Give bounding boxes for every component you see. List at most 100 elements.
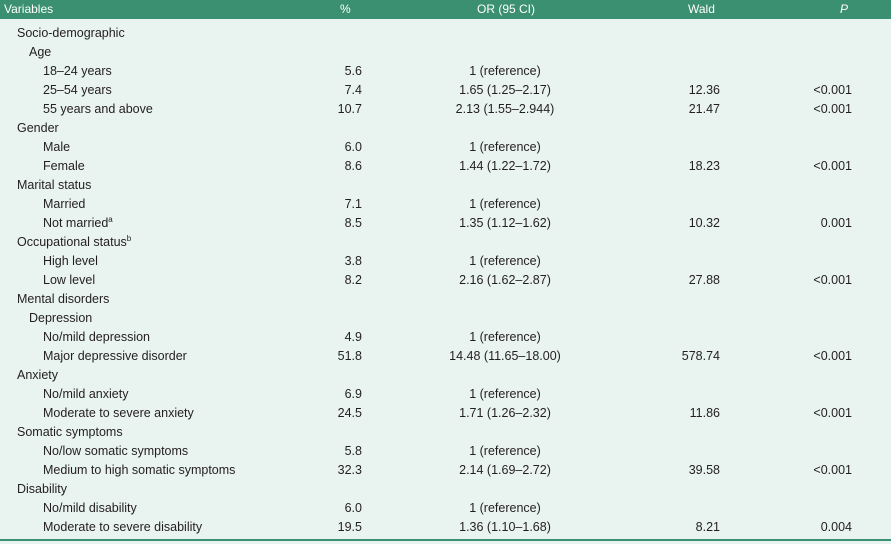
table-row: Socio-demographic	[0, 24, 891, 43]
p-value-cell: <0.001	[813, 102, 852, 116]
table-row: Anxiety	[0, 366, 891, 385]
table-row: Age	[0, 43, 891, 62]
row-label-text: Male	[43, 140, 71, 154]
row-label: Moderate to severe anxiety	[43, 404, 194, 423]
bottom-rule	[0, 539, 891, 541]
row-label-text: Gender	[17, 121, 59, 135]
row-label-text: Female	[43, 159, 85, 173]
odds-ratio-cell: 1.36 (1.10–1.68)	[459, 520, 551, 534]
row-label: Female	[43, 157, 85, 176]
p-value-cell: 0.001	[820, 216, 852, 230]
odds-ratio-cell: 1 (reference)	[469, 254, 541, 268]
percent-cell: 32.3	[337, 463, 362, 477]
row-label-text: Marital status	[17, 178, 92, 192]
row-label: Not marrieda	[43, 214, 113, 233]
percent-cell: 10.7	[337, 102, 362, 116]
row-label: No/mild anxiety	[43, 385, 128, 404]
p-value-cell: <0.001	[813, 159, 852, 173]
row-label-text: Depression	[29, 311, 93, 325]
odds-ratio-cell: 2.14 (1.69–2.72)	[459, 463, 551, 477]
odds-ratio-cell: 1 (reference)	[469, 387, 541, 401]
table-row: Marital status	[0, 176, 891, 195]
table-row: Not marrieda 8.5 1.35 (1.12–1.62) 10.32 0.00…	[0, 214, 891, 233]
row-label-text: Moderate to severe disability	[43, 520, 203, 534]
table-row: 25–54 years 7.4 1.65 (1.25–2.17) 12.36 <0.00…	[0, 81, 891, 100]
table-row: Disability	[0, 480, 891, 499]
header-percent: %	[340, 2, 351, 16]
table-row: Married 7.1 1 (reference)	[0, 195, 891, 214]
table-row: No/mild anxiety 6.9 1 (reference)	[0, 385, 891, 404]
odds-ratio-cell: 1.35 (1.12–1.62)	[459, 216, 551, 230]
odds-ratio-cell: 1 (reference)	[469, 64, 541, 78]
row-label-text: High level	[43, 254, 98, 268]
row-label-text: Moderate to severe anxiety	[43, 406, 194, 420]
percent-cell: 6.0	[344, 501, 362, 515]
row-label-text: Disability	[17, 482, 68, 496]
p-value-cell: <0.001	[813, 406, 852, 420]
odds-ratio-cell: 2.16 (1.62–2.87)	[459, 273, 551, 287]
row-label-text: Socio-demographic	[17, 26, 125, 40]
row-label-text: Low level	[43, 273, 96, 287]
odds-ratio-cell: 1 (reference)	[469, 197, 541, 211]
row-label-text: Major depressive disorder	[43, 349, 187, 363]
table-row: Moderate to severe disability 19.5 1.36 (1…	[0, 518, 891, 537]
wald-cell: 578.74	[681, 349, 720, 363]
table-row: Low level 8.2 2.16 (1.62–2.87) 27.88 <0.001	[0, 271, 891, 290]
percent-cell: 6.0	[344, 140, 362, 154]
row-label-text: No/mild disability	[43, 501, 137, 515]
row-label-text: Age	[29, 45, 52, 59]
row-label-text: 25–54 years	[43, 83, 112, 97]
footnote-marker: b	[126, 234, 132, 243]
wald-cell: 12.36	[688, 83, 720, 97]
table-row: High level 3.8 1 (reference)	[0, 252, 891, 271]
odds-ratio-cell: 1 (reference)	[469, 330, 541, 344]
row-label: Marital status	[17, 176, 91, 195]
row-label-text: Medium to high somatic symptoms	[43, 463, 236, 477]
percent-cell: 19.5	[337, 520, 362, 534]
row-label-text: No/mild depression	[43, 330, 150, 344]
header-p: P	[840, 2, 849, 16]
percent-cell: 7.4	[344, 83, 362, 97]
odds-ratio-cell: 1.65 (1.25–2.17)	[459, 83, 551, 97]
row-label: Occupational statusb	[17, 233, 131, 252]
odds-ratio-cell: 2.13 (1.55–2.944)	[455, 102, 555, 116]
p-value-cell: <0.001	[813, 463, 852, 477]
p-value-cell: <0.001	[813, 83, 852, 97]
percent-cell: 8.5	[344, 216, 362, 230]
table-row: Moderate to severe anxiety 24.5 1.71 (1.26…	[0, 404, 891, 423]
odds-ratio-cell: 14.48 (11.65–18.00)	[449, 349, 561, 363]
odds-ratio-cell: 1 (reference)	[469, 501, 541, 515]
row-label: Socio-demographic	[17, 24, 125, 43]
row-label: Disability	[17, 480, 67, 499]
table-row: 55 years and above 10.7 2.13 (1.55–2.944) 2…	[0, 100, 891, 119]
row-label: Somatic symptoms	[17, 423, 123, 442]
results-table: Variables % OR (95 CI) Wald P Socio-demo…	[0, 0, 891, 544]
row-label: Medium to high somatic symptoms	[43, 461, 235, 480]
row-label: Anxiety	[17, 366, 58, 385]
odds-ratio-cell: 1.71 (1.26–2.32)	[459, 406, 551, 420]
p-value-cell: <0.001	[813, 349, 852, 363]
percent-cell: 6.9	[344, 387, 362, 401]
row-label-text: No/low somatic symptoms	[43, 444, 189, 458]
odds-ratio-cell: 1 (reference)	[469, 444, 541, 458]
table-row: 18–24 years 5.6 1 (reference)	[0, 62, 891, 81]
wald-cell: 21.47	[688, 102, 720, 116]
row-label: Moderate to severe disability	[43, 518, 202, 537]
table-row: Medium to high somatic symptoms 32.3 2.14 …	[0, 461, 891, 480]
row-label-text: Anxiety	[17, 368, 58, 382]
wald-cell: 10.32	[688, 216, 720, 230]
p-value-cell: 0.004	[820, 520, 852, 534]
table-row: Gender	[0, 119, 891, 138]
row-label-text: No/mild anxiety	[43, 387, 129, 401]
odds-ratio-cell: 1.44 (1.22–1.72)	[459, 159, 551, 173]
percent-cell: 5.6	[344, 64, 362, 78]
table-row: No/mild disability 6.0 1 (reference)	[0, 499, 891, 518]
row-label: No/low somatic symptoms	[43, 442, 188, 461]
table-row: Depression	[0, 309, 891, 328]
wald-cell: 27.88	[688, 273, 720, 287]
table-body: Socio-demographic Age 18–24 years 5.6 1 (ref…	[0, 24, 891, 537]
row-label: Low level	[43, 271, 95, 290]
percent-cell: 3.8	[344, 254, 362, 268]
table-row: Female 8.6 1.44 (1.22–1.72) 18.23 <0.001	[0, 157, 891, 176]
row-label-text: Not married	[43, 216, 109, 230]
